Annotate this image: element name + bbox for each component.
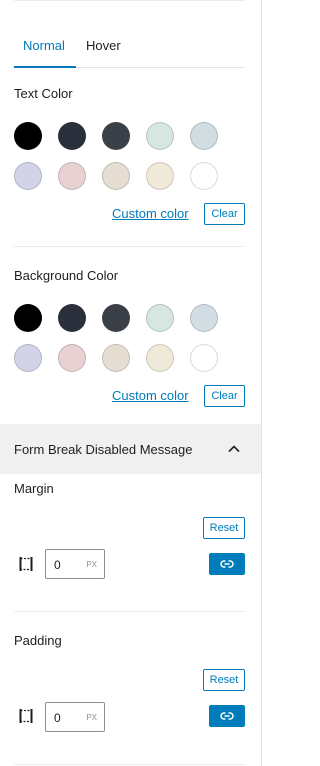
tab-normal[interactable]: Normal bbox=[14, 26, 76, 68]
chevron-up-icon[interactable] bbox=[227, 442, 241, 456]
color-swatch[interactable] bbox=[14, 304, 42, 332]
color-swatch[interactable] bbox=[102, 304, 130, 332]
padding-link-button[interactable] bbox=[209, 705, 245, 727]
margin-label: Margin bbox=[14, 481, 54, 496]
color-swatch[interactable] bbox=[102, 162, 130, 190]
color-swatch[interactable] bbox=[102, 344, 130, 372]
text-color-clear-button[interactable]: Clear bbox=[204, 203, 245, 225]
color-swatch[interactable] bbox=[146, 122, 174, 150]
color-swatch[interactable] bbox=[58, 162, 86, 190]
margin-reset-button[interactable]: Reset bbox=[203, 517, 245, 539]
panel-header[interactable]: Form Break Disabled Message bbox=[0, 424, 261, 474]
color-swatch[interactable] bbox=[146, 162, 174, 190]
text-color-label: Text Color bbox=[14, 86, 73, 101]
state-tabs: Normal Hover bbox=[14, 26, 245, 68]
link-icon bbox=[220, 560, 234, 568]
top-divider bbox=[14, 0, 245, 1]
tab-hover[interactable]: Hover bbox=[86, 26, 121, 68]
section-divider bbox=[14, 246, 245, 247]
background-color-label: Background Color bbox=[14, 268, 119, 283]
box-sides-icon bbox=[19, 557, 33, 571]
settings-sidebar: Normal Hover Text Color Custom color Cle… bbox=[0, 0, 262, 766]
color-swatch[interactable] bbox=[190, 162, 218, 190]
color-swatch[interactable] bbox=[102, 122, 130, 150]
color-swatch[interactable] bbox=[190, 344, 218, 372]
margin-value: 0 bbox=[54, 558, 61, 572]
padding-unit: PX bbox=[86, 713, 97, 722]
color-swatch[interactable] bbox=[58, 344, 86, 372]
padding-reset-button[interactable]: Reset bbox=[203, 669, 245, 691]
color-swatch[interactable] bbox=[190, 304, 218, 332]
color-swatch[interactable] bbox=[58, 122, 86, 150]
padding-input[interactable]: 0 PX bbox=[45, 702, 105, 732]
padding-label: Padding bbox=[14, 633, 62, 648]
margin-unit: PX bbox=[86, 560, 97, 569]
color-swatch[interactable] bbox=[14, 122, 42, 150]
margin-input[interactable]: 0 PX bbox=[45, 549, 105, 579]
box-sides-icon bbox=[19, 709, 33, 723]
background-color-clear-button[interactable]: Clear bbox=[204, 385, 245, 407]
color-swatch[interactable] bbox=[14, 162, 42, 190]
link-icon bbox=[220, 712, 234, 720]
margin-link-button[interactable] bbox=[209, 553, 245, 575]
padding-value: 0 bbox=[54, 711, 61, 725]
color-swatch[interactable] bbox=[146, 344, 174, 372]
text-custom-color-link[interactable]: Custom color bbox=[112, 206, 189, 221]
color-swatch[interactable] bbox=[58, 304, 86, 332]
section-divider bbox=[14, 764, 245, 765]
panel-title: Form Break Disabled Message bbox=[14, 442, 193, 457]
color-swatch[interactable] bbox=[190, 122, 218, 150]
section-divider bbox=[14, 611, 245, 612]
color-swatch[interactable] bbox=[146, 304, 174, 332]
color-swatch[interactable] bbox=[14, 344, 42, 372]
background-custom-color-link[interactable]: Custom color bbox=[112, 388, 189, 403]
